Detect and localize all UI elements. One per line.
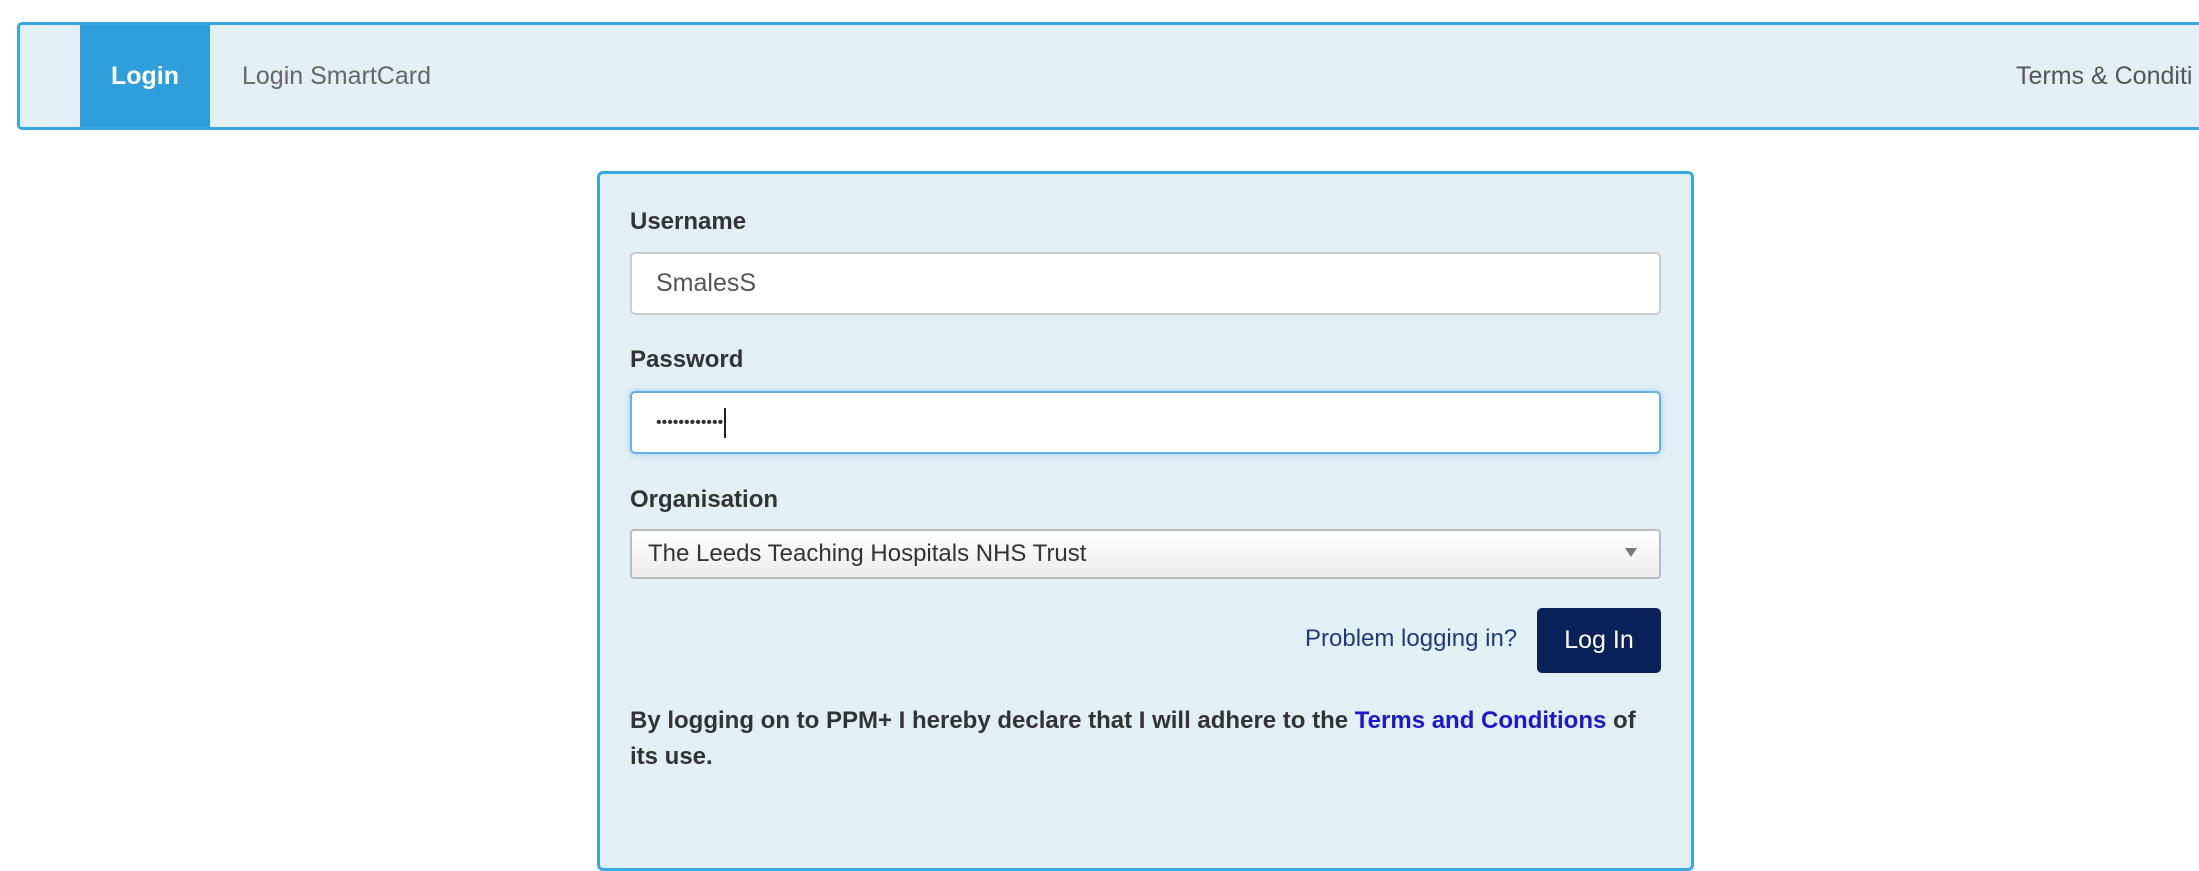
organisation-select[interactable]: The Leeds Teaching Hospitals NHS Trust	[630, 529, 1661, 579]
terms-and-conditions-inline-link[interactable]: Terms and Conditions	[1355, 707, 1607, 734]
log-in-button[interactable]: Log In	[1537, 608, 1661, 673]
password-label: Password	[630, 346, 744, 373]
text-cursor	[724, 407, 727, 438]
terms-and-conditions-link[interactable]: Terms & Conditi	[2016, 25, 2192, 127]
password-value: ••••••••••••	[656, 413, 724, 431]
top-navbar: Login Login SmartCard Terms & Conditi	[17, 22, 2199, 130]
tab-login-smartcard[interactable]: Login SmartCard	[242, 25, 431, 127]
login-panel: Username SmalesS Password •••••••••••• O…	[597, 171, 1694, 871]
dropdown-arrow-icon	[1625, 548, 1637, 557]
organisation-selected-value: The Leeds Teaching Hospitals NHS Trust	[648, 540, 1087, 567]
tab-login[interactable]: Login	[80, 25, 210, 127]
organisation-label: Organisation	[630, 486, 779, 513]
username-value: SmalesS	[656, 269, 757, 297]
declaration-text: By logging on to PPM+ I hereby declare t…	[630, 703, 1670, 775]
username-field[interactable]: SmalesS	[630, 252, 1661, 315]
declaration-prefix: By logging on to PPM+ I hereby declare t…	[630, 707, 1355, 734]
password-field[interactable]: ••••••••••••	[630, 391, 1661, 454]
username-label: Username	[630, 208, 747, 235]
problem-logging-in-link[interactable]: Problem logging in?	[1305, 625, 1517, 653]
